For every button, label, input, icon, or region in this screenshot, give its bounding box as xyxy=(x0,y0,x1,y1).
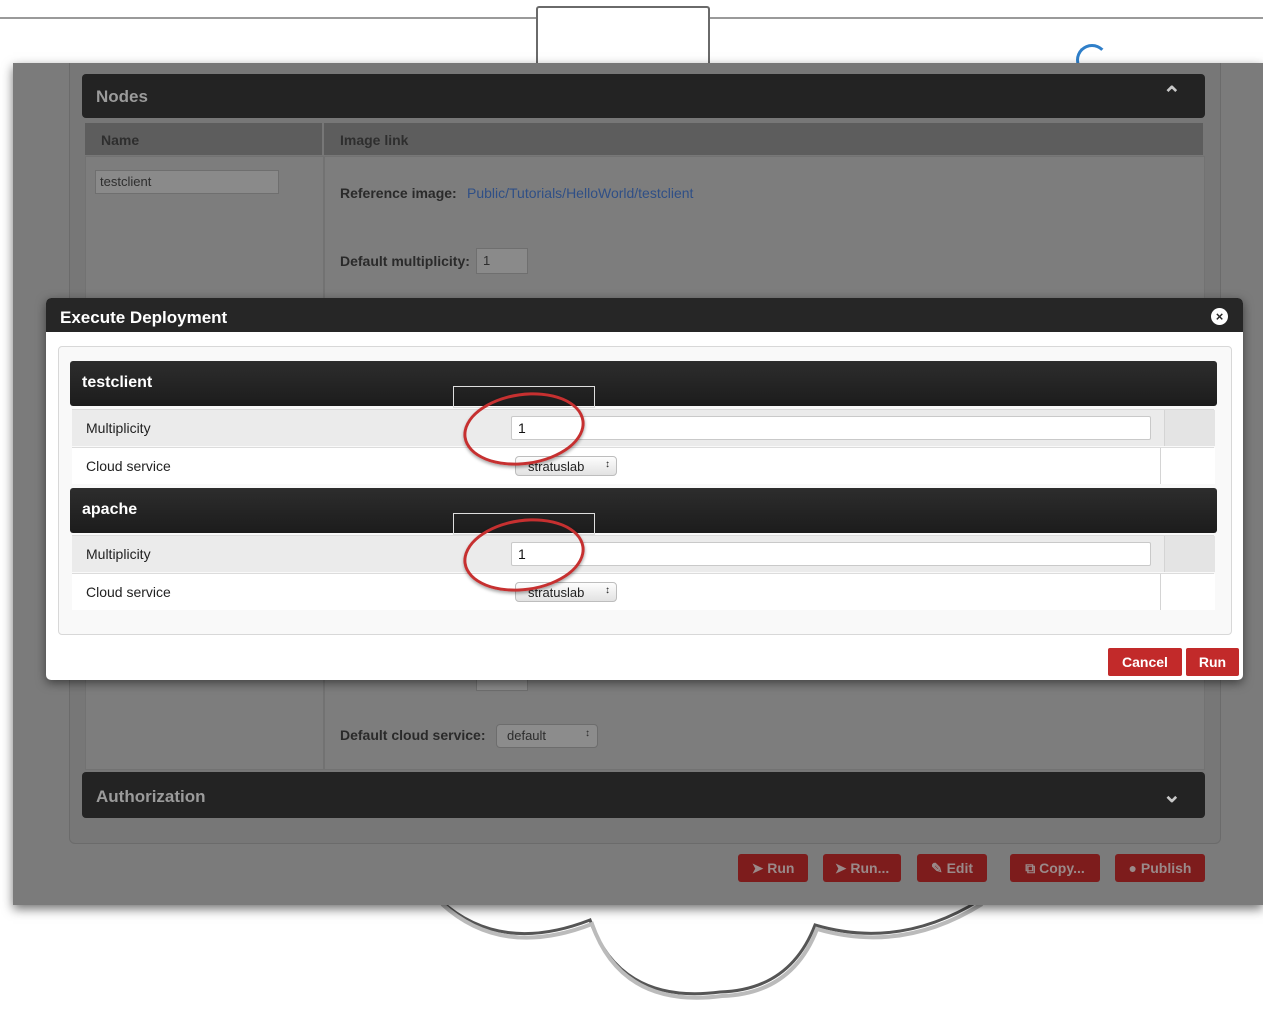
default-multiplicity-field[interactable]: 1 xyxy=(476,248,528,274)
chevron-down-icon: ⌄ xyxy=(1162,782,1181,807)
dialog-title: Execute Deployment xyxy=(60,308,228,327)
column-header-image-link: Image link xyxy=(324,123,1203,155)
authorization-section-header[interactable]: Authorization ⌄ xyxy=(82,772,1205,818)
execute-deployment-dialog: Execute Deployment × testclient Multipli… xyxy=(46,298,1243,680)
publish-button[interactable]: ● Publish xyxy=(1115,854,1205,882)
dialog-header: Execute Deployment × xyxy=(46,298,1243,332)
run-button[interactable]: ➤ Run xyxy=(738,854,808,882)
select-arrows-icon: ↕ xyxy=(585,728,590,739)
multiplicity-input[interactable] xyxy=(511,416,1151,440)
reference-image-label: Reference image: xyxy=(340,185,457,201)
edit-button[interactable]: ✎ Edit xyxy=(917,854,987,882)
cloud-service-label: Cloud service xyxy=(86,584,171,600)
nodes-section-header[interactable]: Nodes ⌃ xyxy=(82,74,1205,118)
copy-icon: ⧉ xyxy=(1025,860,1036,876)
select-arrows-icon: ↕ xyxy=(605,459,610,470)
default-cloud-service-select[interactable]: default ↕ xyxy=(496,724,598,748)
multiplicity-label: Multiplicity xyxy=(86,420,151,436)
close-icon[interactable]: × xyxy=(1211,308,1228,325)
globe-icon: ● xyxy=(1128,860,1137,876)
multiplicity-label: Multiplicity xyxy=(86,546,151,562)
run-button[interactable]: Run xyxy=(1186,648,1239,676)
reference-image-link[interactable]: Public/Tutorials/HelloWorld/testclient xyxy=(467,185,693,201)
cloud-service-row: Cloud service xyxy=(72,573,1215,610)
cancel-button[interactable]: Cancel xyxy=(1108,648,1182,676)
default-multiplicity-label: Default multiplicity: xyxy=(340,253,470,269)
rocket-icon: ➤ xyxy=(751,860,764,876)
column-header-name: Name xyxy=(85,123,322,155)
node-header-testclient: testclient xyxy=(70,361,1217,406)
multiplicity-input[interactable] xyxy=(511,542,1151,566)
cloud-service-row: Cloud service xyxy=(72,447,1215,484)
node-name-field[interactable]: testclient xyxy=(95,170,279,194)
authorization-title: Authorization xyxy=(96,787,206,806)
node-header-apache: apache xyxy=(70,488,1217,533)
edit-icon: ✎ xyxy=(930,860,943,876)
select-arrows-icon: ↕ xyxy=(605,585,610,596)
chevron-up-icon: ⌃ xyxy=(1162,82,1181,107)
decorative-card xyxy=(536,6,710,68)
copy-button[interactable]: ⧉ Copy... xyxy=(1010,854,1100,882)
run-with-options-button[interactable]: ➤ Run... xyxy=(823,854,901,882)
default-cloud-service-label: Default cloud service: xyxy=(340,727,486,743)
cloud-service-label: Cloud service xyxy=(86,458,171,474)
nodes-title: Nodes xyxy=(96,87,148,106)
rocket-icon: ➤ xyxy=(834,860,847,876)
